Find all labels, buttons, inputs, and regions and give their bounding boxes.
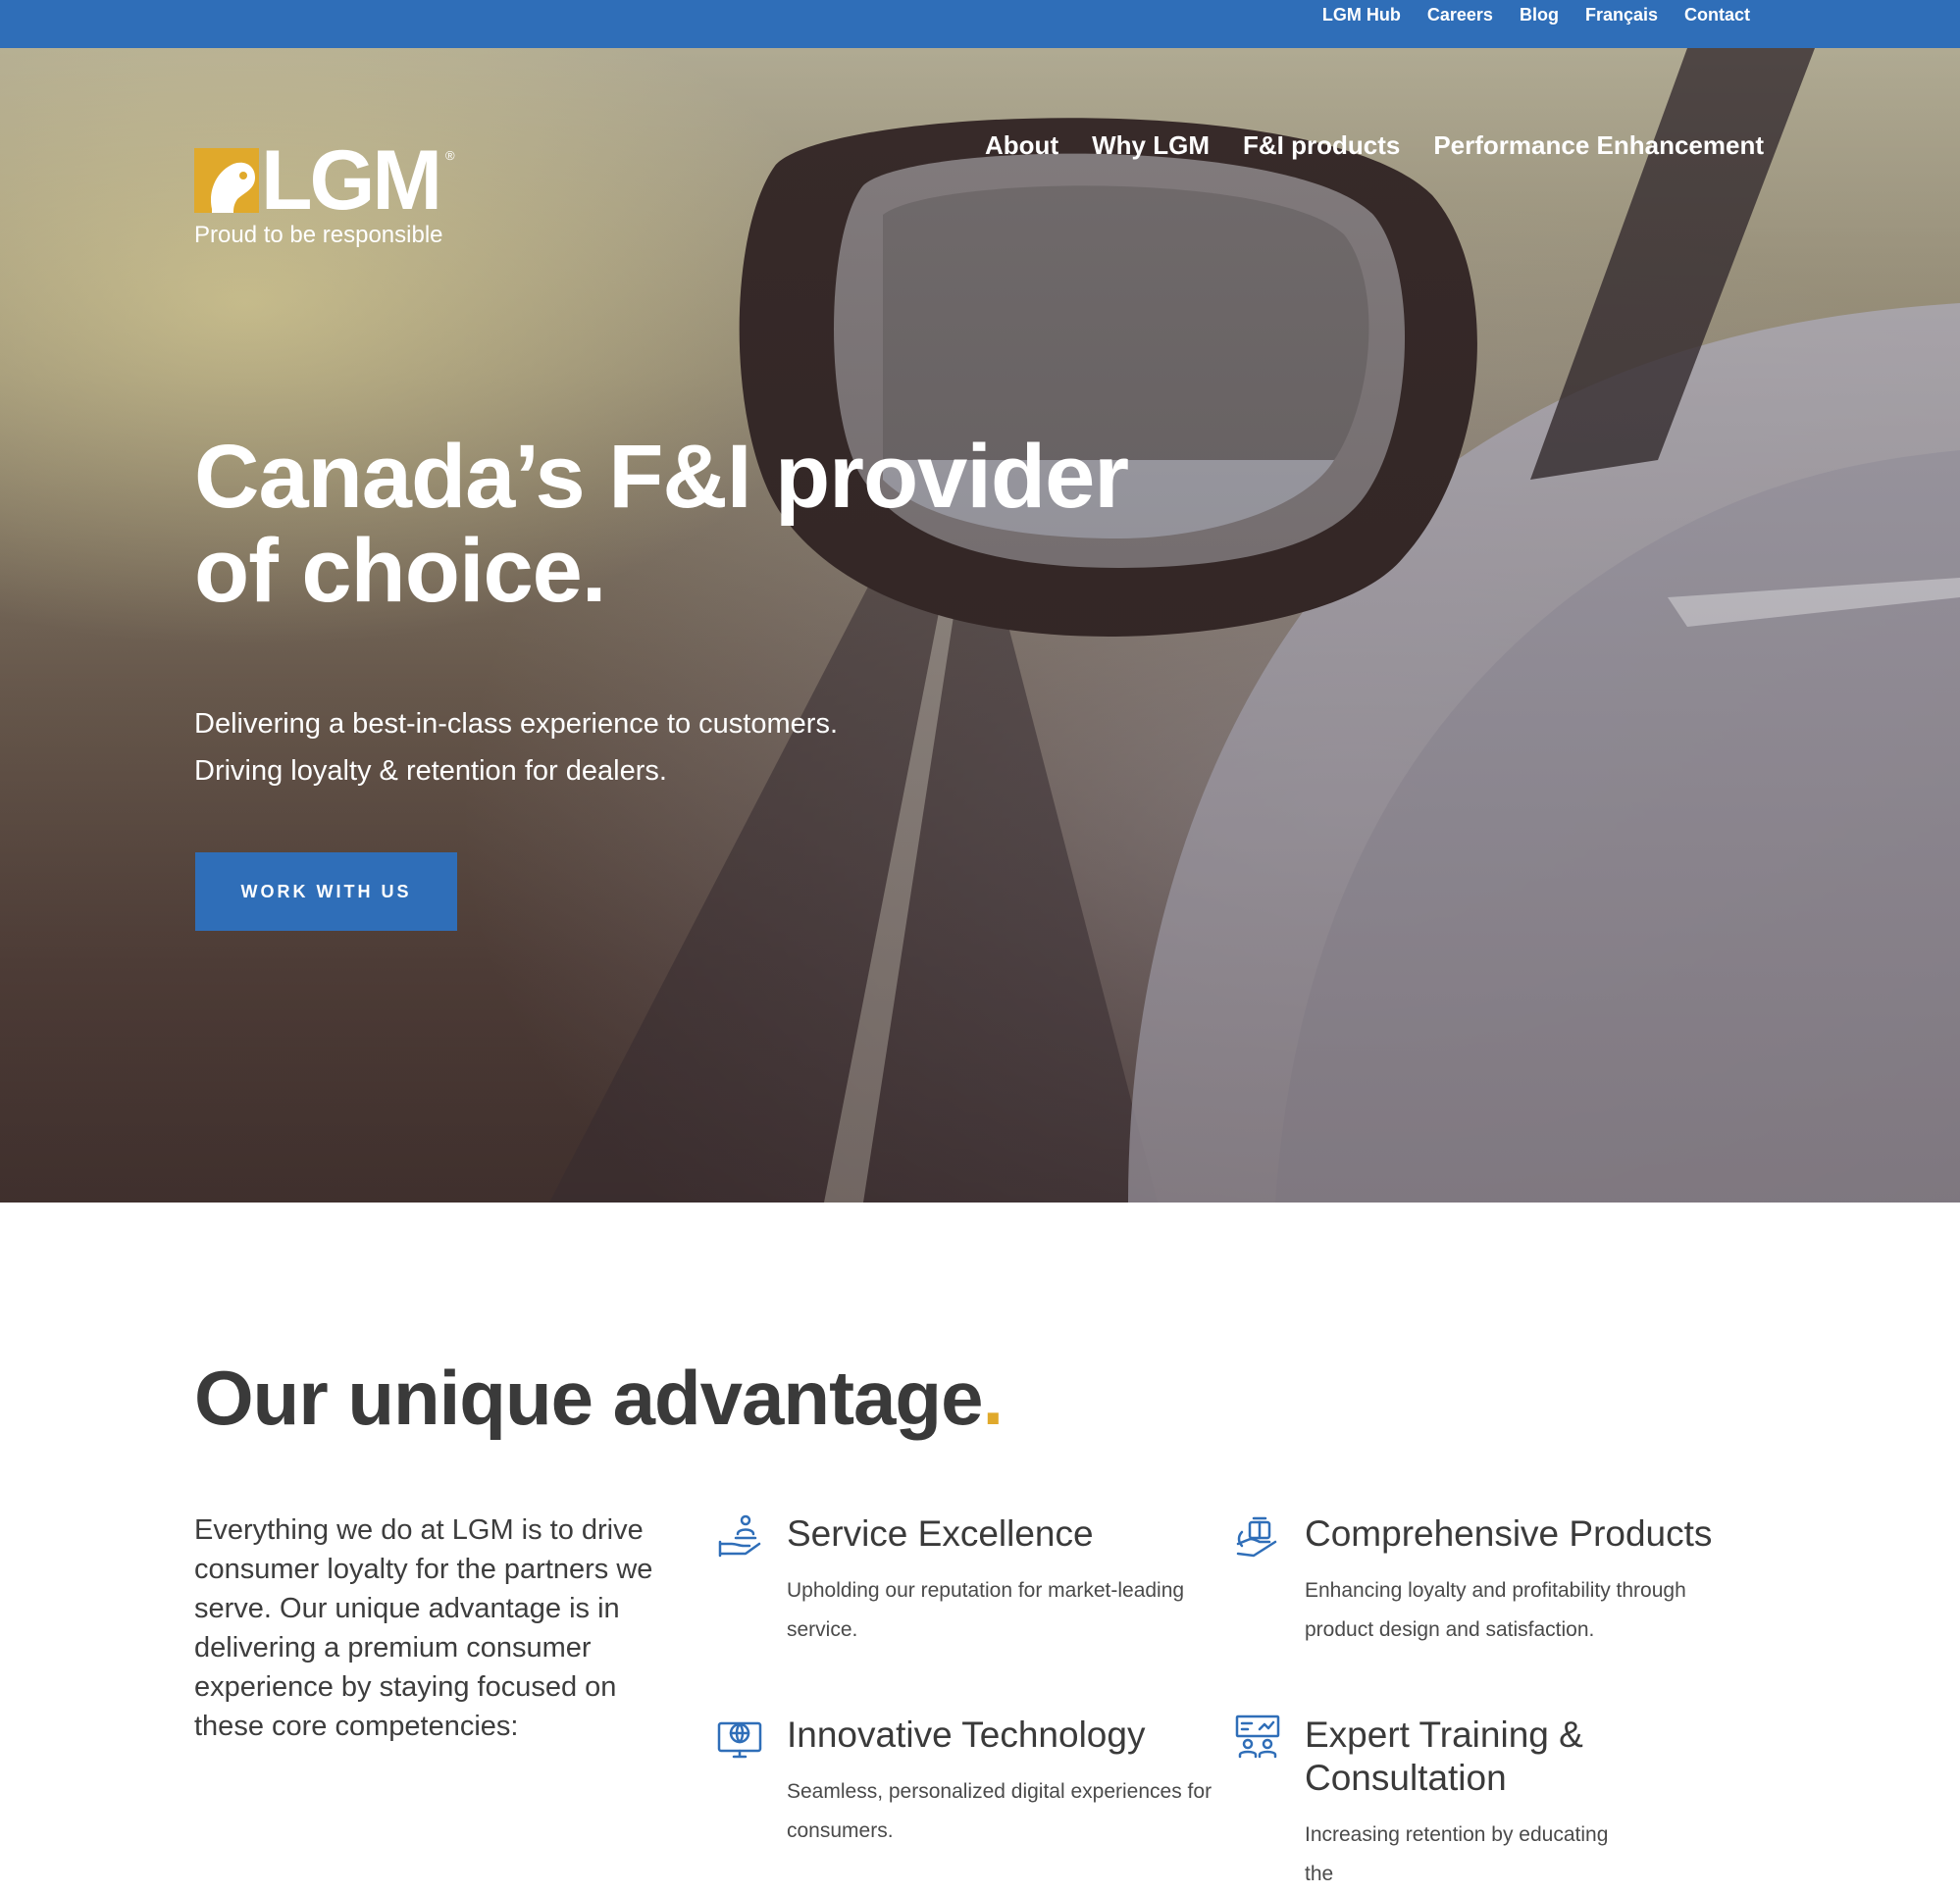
feature-title: Expert Training & Consultation — [1305, 1715, 1583, 1798]
feature-innovative-technology: Innovative Technology Seamless, personal… — [717, 1714, 1238, 1851]
utility-link-careers[interactable]: Careers — [1427, 5, 1493, 26]
advantage-title: Our unique advantage. — [194, 1354, 1004, 1443]
lion-emblem-icon — [194, 148, 259, 213]
utility-nav: LGM Hub Careers Blog Français Contact — [1322, 0, 1750, 29]
nav-performance-enhancement[interactable]: Performance Enhancement — [1433, 130, 1764, 161]
globe-monitor-icon — [717, 1721, 762, 1759]
hero-title: Canada’s F&I provider of choice. — [194, 427, 1129, 621]
advantage-title-dot: . — [982, 1355, 1004, 1441]
hand-service-icon — [718, 1514, 761, 1558]
top-utility-bar: LGM Hub Careers Blog Français Contact — [0, 0, 1960, 48]
feature-comprehensive-products: Comprehensive Products Enhancing loyalty… — [1236, 1512, 1756, 1650]
hero-subtitle-line-1: Delivering a best-in-class experience to… — [194, 708, 838, 740]
advantage-title-text: Our unique advantage — [194, 1355, 983, 1441]
main-nav: About Why LGM F&I products Performance E… — [985, 130, 1764, 161]
training-board-icon — [1235, 1715, 1280, 1759]
logo-wordmark: LGM — [261, 133, 442, 228]
feature-service-excellence: Service Excellence Upholding our reputat… — [718, 1512, 1238, 1650]
work-with-us-button[interactable]: WORK WITH US — [195, 852, 457, 931]
nav-about[interactable]: About — [985, 130, 1058, 161]
hero-subtitle: Delivering a best-in-class experience to… — [194, 700, 1077, 794]
lgm-logo[interactable]: LGM ® Proud to be responsible — [194, 99, 489, 248]
feature-text: Increasing retention by educating the — [1305, 1823, 1609, 1885]
feature-expert-training: Expert Training & Consultation Increasin… — [1235, 1714, 1628, 1894]
logo-tagline: Proud to be responsible — [194, 222, 443, 248]
feature-title: Comprehensive Products — [1305, 1513, 1713, 1554]
feature-text: Upholding our reputation for market-lead… — [787, 1579, 1185, 1641]
utility-link-blog[interactable]: Blog — [1520, 5, 1559, 26]
feature-text: Seamless, personalized digital experienc… — [787, 1780, 1212, 1842]
feature-title: Innovative Technology — [787, 1715, 1146, 1755]
utility-link-contact[interactable]: Contact — [1684, 5, 1750, 26]
feature-title: Service Excellence — [787, 1513, 1094, 1554]
nav-why-lgm[interactable]: Why LGM — [1092, 130, 1210, 161]
advantage-intro: Everything we do at LGM is to drive cons… — [194, 1514, 653, 1742]
hero-subtitle-line-2: Driving loyalty & retention for dealers. — [194, 755, 667, 787]
nav-fi-products[interactable]: F&I products — [1243, 130, 1400, 161]
utility-link-francais[interactable]: Français — [1585, 5, 1658, 26]
hand-box-icon — [1236, 1516, 1277, 1558]
feature-text: Enhancing loyalty and profitability thro… — [1305, 1579, 1686, 1641]
registered-mark: ® — [445, 148, 455, 163]
hero-section: LGM ® Proud to be responsible About Why … — [0, 48, 1960, 1203]
utility-link-lgm-hub[interactable]: LGM Hub — [1322, 5, 1401, 26]
